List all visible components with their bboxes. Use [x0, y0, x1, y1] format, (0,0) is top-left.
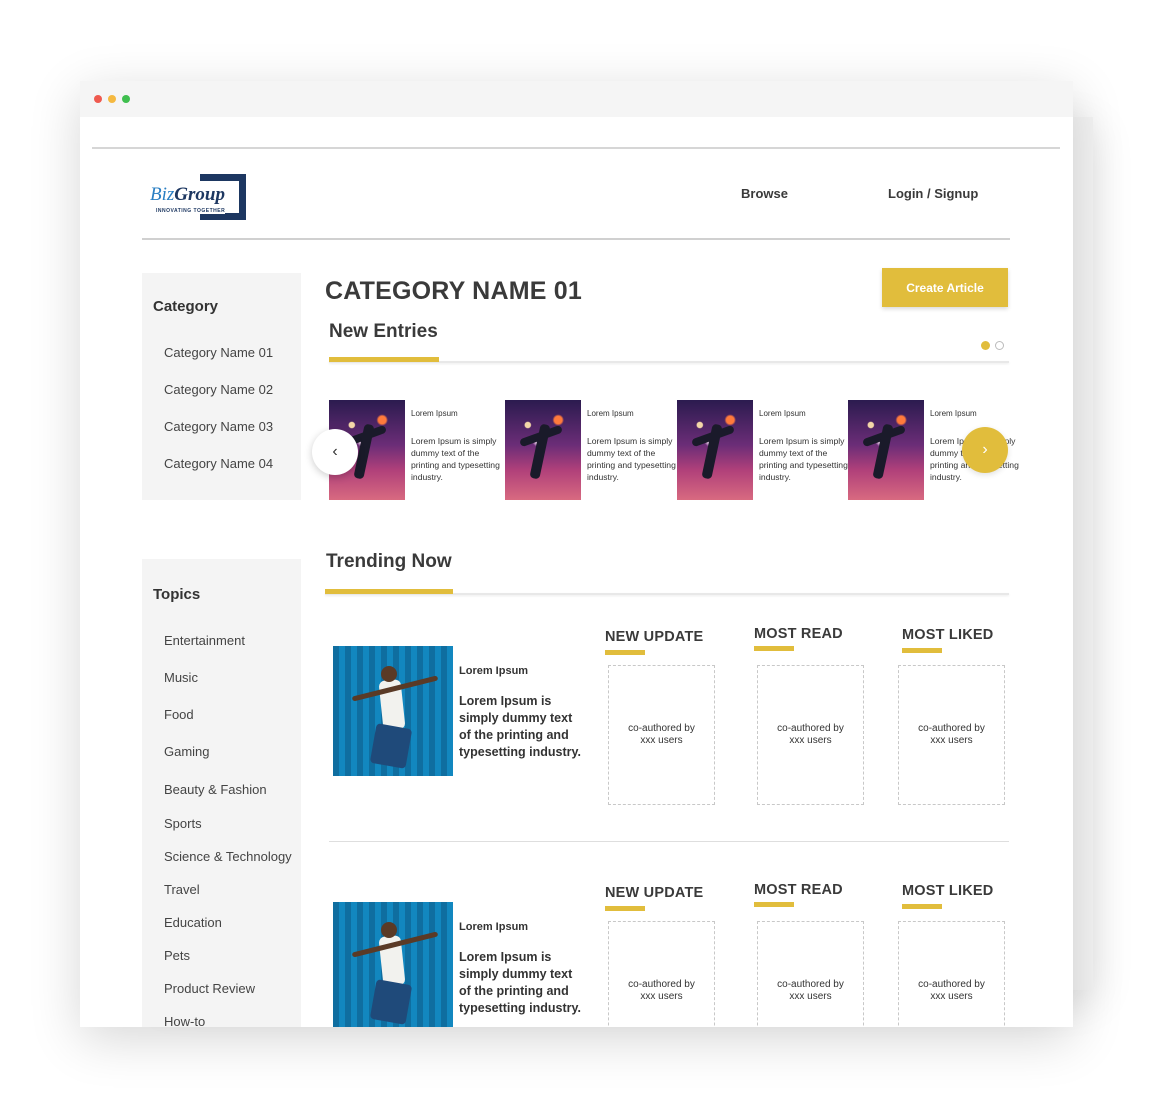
new-update-label: NEW UPDATE: [605, 885, 704, 901]
trending-now-title: Trending Now: [326, 551, 452, 572]
category-sidebar: Category Category Name 01 Category Name …: [142, 273, 301, 500]
entry-title: Lorem Ipsum: [930, 409, 977, 418]
most-liked-label: MOST LIKED: [902, 627, 994, 643]
sidebar-item-category-01[interactable]: Category Name 01: [164, 345, 273, 360]
header-divider: [142, 238, 1010, 240]
sidebar-item-gaming[interactable]: Gaming: [164, 744, 210, 759]
carousel-page-1-dot[interactable]: [981, 341, 990, 350]
figure-head: [381, 922, 397, 938]
logo-biz-text: Biz: [150, 184, 175, 205]
sidebar-item-travel[interactable]: Travel: [164, 882, 200, 897]
new-update-box-text: co-authored by xxx users: [628, 979, 695, 1002]
bizgroup-logo[interactable]: BizGroup INNOVATING TOGETHER: [148, 174, 246, 220]
logo-group-text: Group: [174, 184, 227, 205]
entry-title: Lorem Ipsum: [587, 409, 634, 418]
entry-card[interactable]: Lorem Ipsum Lorem Ipsum is simply dummy …: [505, 400, 676, 500]
new-entries-accent: [329, 357, 439, 362]
entry-thumbnail: [848, 400, 924, 500]
trending-item-text: Lorem Ipsum is simply dummy text of the …: [459, 950, 582, 1015]
most-read-label: MOST READ: [754, 626, 843, 642]
top-divider: [92, 147, 1060, 149]
new-update-box[interactable]: co-authored by xxx users: [608, 665, 715, 805]
sidebar-item-product-review[interactable]: Product Review: [164, 981, 255, 996]
trending-row-divider: [329, 841, 1009, 842]
figure-head: [381, 666, 397, 682]
most-read-accent: [754, 902, 794, 907]
entry-title: Lorem Ipsum: [411, 409, 458, 418]
new-update-box-text: co-authored by xxx users: [628, 723, 695, 746]
sidebar-item-education[interactable]: Education: [164, 915, 222, 930]
new-entries-title: New Entries: [329, 321, 438, 342]
nav-login-signup-link[interactable]: Login / Signup: [888, 186, 978, 201]
carousel-prev-button[interactable]: ‹: [312, 429, 358, 475]
figure-arm: [351, 675, 439, 702]
sidebar-item-category-04[interactable]: Category Name 04: [164, 456, 273, 471]
chevron-right-icon: ›: [982, 441, 988, 458]
trending-item-title: Lorem Ipsum: [459, 921, 529, 933]
most-read-box-text: co-authored by xxx users: [777, 979, 844, 1002]
carousel-next-button[interactable]: ›: [962, 427, 1008, 473]
page-title: CATEGORY NAME 01: [325, 277, 582, 305]
most-read-label: MOST READ: [754, 882, 843, 898]
sidebar-item-music[interactable]: Music: [164, 670, 198, 685]
topics-sidebar: Topics Entertainment Music Food Gaming B…: [142, 559, 301, 1027]
sidebar-item-sports[interactable]: Sports: [164, 816, 202, 831]
maximize-window-button[interactable]: [122, 95, 130, 103]
trending-accent: [325, 589, 453, 594]
sidebar-item-beauty-fashion[interactable]: Beauty & Fashion: [164, 782, 267, 797]
most-read-box-text: co-authored by xxx users: [777, 723, 844, 746]
logo-wordmark: BizGroup: [150, 184, 227, 206]
trending-item-text: Lorem Ipsum is simply dummy text of the …: [459, 694, 582, 759]
entry-card[interactable]: Lorem Ipsum Lorem Ipsum is simply dummy …: [677, 400, 848, 500]
sidebar-item-pets[interactable]: Pets: [164, 948, 190, 963]
window-titlebar: [80, 81, 1073, 117]
topics-title: Topics: [153, 586, 201, 603]
entry-text: Lorem Ipsum is simply dummy text of the …: [759, 436, 848, 482]
new-update-label: NEW UPDATE: [605, 629, 704, 645]
carousel-page-2-dot[interactable]: [995, 341, 1004, 350]
most-liked-box-text: co-authored by xxx users: [918, 723, 985, 746]
most-liked-box-text: co-authored by xxx users: [918, 979, 985, 1002]
sidebar-item-science-technology[interactable]: Science & Technology: [164, 849, 292, 864]
browser-window: BizGroup INNOVATING TOGETHER Browse Logi…: [80, 81, 1073, 1027]
most-liked-box[interactable]: co-authored by xxx users: [898, 921, 1005, 1027]
sidebar-item-entertainment[interactable]: Entertainment: [164, 633, 245, 648]
minimize-window-button[interactable]: [108, 95, 116, 103]
close-window-button[interactable]: [94, 95, 102, 103]
figure-arm: [351, 931, 439, 958]
trending-image[interactable]: [333, 902, 453, 1027]
trending-item-title: Lorem Ipsum: [459, 665, 529, 677]
entry-text: Lorem Ipsum is simply dummy text of the …: [587, 436, 676, 482]
nav-browse-link[interactable]: Browse: [741, 186, 788, 201]
most-read-box[interactable]: co-authored by xxx users: [757, 665, 864, 805]
new-update-accent: [605, 906, 645, 911]
most-liked-accent: [902, 648, 942, 653]
entry-thumbnail: [505, 400, 581, 500]
most-liked-accent: [902, 904, 942, 909]
most-read-box[interactable]: co-authored by xxx users: [757, 921, 864, 1027]
sidebar-item-food[interactable]: Food: [164, 707, 194, 722]
logo-tagline: INNOVATING TOGETHER: [156, 208, 226, 214]
category-title: Category: [153, 298, 219, 315]
entry-title: Lorem Ipsum: [759, 409, 806, 418]
trending-image[interactable]: [333, 646, 453, 776]
most-liked-box[interactable]: co-authored by xxx users: [898, 665, 1005, 805]
chevron-left-icon: ‹: [332, 443, 338, 460]
sidebar-item-how-to[interactable]: How-to: [164, 1014, 205, 1027]
new-update-box[interactable]: co-authored by xxx users: [608, 921, 715, 1027]
create-article-button[interactable]: Create Article: [882, 268, 1008, 307]
most-read-accent: [754, 646, 794, 651]
sidebar-item-category-03[interactable]: Category Name 03: [164, 419, 273, 434]
new-update-accent: [605, 650, 645, 655]
sidebar-item-category-02[interactable]: Category Name 02: [164, 382, 273, 397]
entry-thumbnail: [677, 400, 753, 500]
most-liked-label: MOST LIKED: [902, 883, 994, 899]
entry-text: Lorem Ipsum is simply dummy text of the …: [411, 436, 500, 482]
